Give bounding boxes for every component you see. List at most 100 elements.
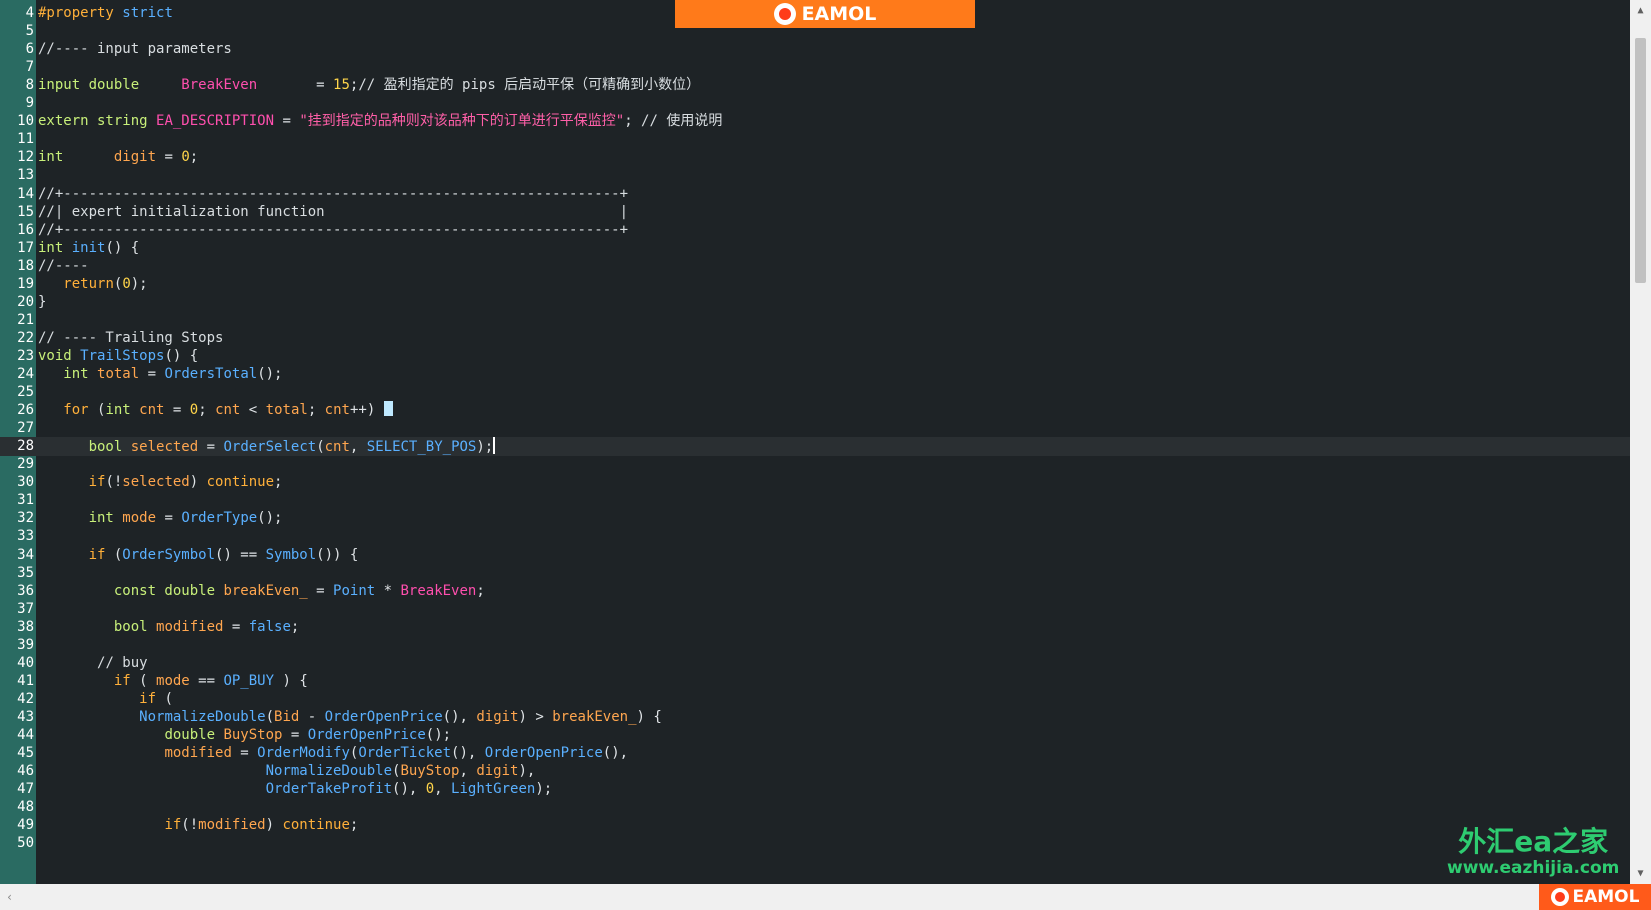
line-number: 15 — [17, 203, 34, 220]
vertical-scrollbar[interactable]: ▲ ▼ — [1630, 0, 1651, 884]
scroll-down-icon[interactable]: ▼ — [1630, 863, 1651, 884]
code-token: "挂到指定的品种则对该品种下的订单进行平保监控" — [299, 113, 625, 130]
line-number: 5 — [25, 23, 34, 40]
code-line[interactable]: 37 — [0, 600, 1630, 619]
code-line[interactable]: 36 const double breakEven_ = Point * Bre… — [0, 582, 1630, 601]
line-number: 18 — [17, 257, 34, 274]
code-token: (); — [425, 727, 452, 743]
code-line[interactable]: 33 — [0, 527, 1630, 546]
code-token: if — [164, 817, 182, 834]
code-token: NormalizeDouble — [265, 763, 393, 780]
code-text: const double breakEven_ = Point * BreakE… — [38, 582, 485, 601]
scroll-left-icon[interactable]: ‹ — [6, 884, 13, 910]
code-token: total — [265, 402, 308, 419]
line-number: 40 — [17, 654, 34, 671]
code-line[interactable]: 31 — [0, 491, 1630, 510]
code-line[interactable]: 14//+-----------------------------------… — [0, 185, 1630, 204]
code-line[interactable]: 13 — [0, 166, 1630, 185]
code-text: input double BreakEven = 15;// 盈利指定的 pip… — [38, 76, 700, 95]
code-line[interactable]: 10 extern string EA_DESCRIPTION = "挂到指定的品… — [0, 112, 1630, 131]
code-token: BuyStop — [400, 763, 460, 780]
code-line[interactable]: 44 double BuyStop = OrderOpenPrice(); — [0, 726, 1630, 745]
code-line[interactable]: 19 return(0); — [0, 275, 1630, 294]
code-line[interactable]: 34 if (OrderSymbol() == Symbol()) { — [0, 546, 1630, 565]
code-line[interactable]: 32 int mode = OrderType(); — [0, 509, 1630, 528]
code-token: digit — [113, 149, 157, 166]
watermark-title: 外汇ea之家 — [1458, 825, 1609, 858]
code-line[interactable]: 38 bool modified = false; — [0, 618, 1630, 637]
code-line[interactable]: 18//---- — [0, 257, 1630, 276]
line-number: 28 — [17, 438, 34, 455]
code-line[interactable]: 28 bool selected = OrderSelect(cnt, SELE… — [0, 437, 1630, 457]
code-line[interactable]: 40 // buy — [0, 654, 1630, 673]
code-text: //+-------------------------------------… — [38, 185, 628, 204]
code-token: OrderOpenPrice — [324, 708, 443, 725]
code-line[interactable]: 39 — [0, 636, 1630, 655]
code-line[interactable]: 6//---- input parameters — [0, 40, 1630, 59]
line-number: 8 — [25, 77, 34, 94]
line-number: 26 — [17, 402, 34, 419]
code-line[interactable]: 8 input double BreakEven = 15;// 盈利指定的 pi… — [0, 76, 1630, 95]
code-text: OrderTakeProfit(), 0, LightGreen); — [38, 780, 553, 799]
code-token: selected — [130, 439, 199, 456]
code-line[interactable]: 42 if ( — [0, 690, 1630, 709]
code-text: return(0); — [38, 275, 147, 294]
line-number: 12 — [17, 149, 34, 166]
line-number: 45 — [17, 745, 34, 762]
code-token: ()) { — [316, 546, 359, 563]
code-token: int — [105, 402, 140, 419]
code-text: //+-------------------------------------… — [38, 221, 628, 240]
horizontal-scrollbar[interactable]: ‹ — [0, 884, 1630, 910]
code-token: modified — [164, 745, 232, 762]
code-token: 0 — [189, 402, 199, 419]
code-token: , — [434, 781, 452, 798]
code-token: TrailStops — [80, 347, 165, 364]
code-text: for (int cnt = 0; cnt < total; cnt++) — [38, 401, 393, 420]
code-editor[interactable]: 4 #property strict 5 6//---- input paramete… — [0, 0, 1630, 884]
code-line[interactable]: 47 OrderTakeProfit(), 0, LightGreen); — [0, 780, 1630, 799]
code-token: OrderOpenPrice — [484, 745, 603, 762]
code-line[interactable]: 24 int total = OrdersTotal(); — [0, 365, 1630, 384]
code-token: ); — [535, 781, 553, 798]
code-line[interactable]: 29 — [0, 455, 1630, 474]
code-line[interactable]: 22// ---- Trailing Stops — [0, 329, 1630, 348]
scroll-up-icon[interactable]: ▲ — [1630, 0, 1651, 21]
code-line[interactable]: 26 for (int cnt = 0; cnt < total; cnt++) — [0, 401, 1630, 420]
code-line[interactable]: 30 if(!selected) continue; — [0, 473, 1630, 492]
scrollbar-thumb[interactable] — [1635, 38, 1646, 283]
code-line[interactable]: 7 — [0, 58, 1630, 77]
line-number: 21 — [17, 311, 34, 328]
code-line[interactable]: 41 if ( mode == OP_BUY ) { — [0, 672, 1630, 691]
code-token: continue — [282, 817, 350, 834]
code-line[interactable]: 12 int digit = 0; — [0, 148, 1630, 167]
code-line[interactable]: 49 if(!modified) continue; — [0, 816, 1630, 835]
code-line[interactable]: 16//+-----------------------------------… — [0, 221, 1630, 240]
code-token: OrderModify — [257, 745, 350, 762]
code-token: ; — [274, 474, 283, 491]
code-line[interactable]: 46 NormalizeDouble(BuyStop, digit), — [0, 762, 1630, 781]
code-line[interactable]: 20} — [0, 293, 1630, 312]
code-text: NormalizeDouble(BuyStop, digit), — [38, 762, 536, 781]
line-number: 4 — [25, 5, 34, 21]
code-text: modified = OrderModify(OrderTicket(), Or… — [38, 744, 628, 763]
code-line[interactable]: 45 modified = OrderModify(OrderTicket(),… — [0, 744, 1630, 763]
code-token: < — [240, 402, 266, 419]
code-token: = — [164, 402, 190, 419]
code-line[interactable]: 11 — [0, 130, 1630, 149]
code-line[interactable]: 23 void TrailStops() { — [0, 347, 1630, 366]
code-line[interactable]: 9 — [0, 94, 1630, 113]
line-number: 48 — [17, 799, 34, 816]
code-line[interactable]: 35 — [0, 564, 1630, 583]
code-line[interactable]: 48 — [0, 798, 1630, 817]
code-line[interactable]: 25 — [0, 383, 1630, 402]
code-line[interactable]: 27 — [0, 419, 1630, 438]
code-token: BreakEven — [400, 582, 477, 599]
code-line[interactable]: 21 — [0, 311, 1630, 330]
code-line[interactable]: 50 — [0, 834, 1630, 853]
code-line[interactable]: 43 NormalizeDouble(Bid - OrderOpenPrice(… — [0, 708, 1630, 727]
code-token: , — [459, 763, 477, 780]
code-line[interactable]: 15//| expert initialization function | — [0, 203, 1630, 222]
code-line[interactable]: 17 int init() { — [0, 239, 1630, 258]
